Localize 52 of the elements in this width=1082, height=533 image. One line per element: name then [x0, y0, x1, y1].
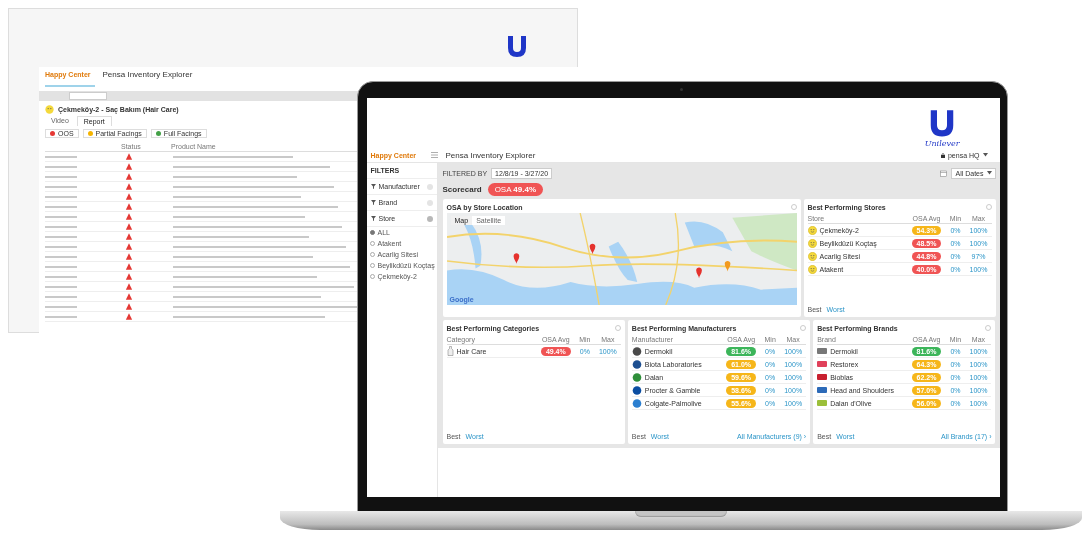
app-title: Pensa Inventory Explorer — [445, 150, 536, 160]
scorecard-label: Scorecard — [442, 184, 482, 194]
brand-logo — [817, 374, 828, 380]
smiley-icon — [807, 251, 817, 261]
smiley-icon — [807, 238, 817, 248]
blurred-text-drawing — [45, 275, 77, 278]
blurred-text-drawing — [45, 175, 77, 178]
lock-icon — [940, 152, 945, 158]
brand-logo — [817, 400, 828, 406]
expand-icon — [426, 215, 433, 222]
smiley-icon — [807, 225, 817, 235]
expand-icon — [426, 183, 433, 190]
logo-wordmark: Unilever — [924, 139, 960, 148]
blurred-text-drawing — [45, 315, 77, 318]
blurred-text-drawing — [45, 265, 77, 268]
blurred-text-drawing — [45, 225, 77, 228]
blurred-text-drawing — [45, 255, 77, 258]
blurred-text-drawing — [45, 155, 77, 158]
blurred-text-drawing — [45, 215, 77, 218]
filter-icon — [370, 184, 376, 189]
expand-icon — [426, 199, 433, 206]
manufacturer-logo — [631, 372, 642, 382]
app-title: Pensa Inventory Explorer — [102, 69, 193, 79]
date-chip-drawing — [69, 92, 107, 100]
osa-score-pill: OSA 49.4% — [487, 182, 543, 196]
caret-icon — [982, 153, 988, 157]
blurred-text-drawing — [45, 295, 77, 298]
blurred-text-drawing — [45, 195, 77, 198]
map-drawing[interactable] — [446, 213, 797, 305]
caret-icon — [986, 171, 992, 175]
brand-logo — [817, 348, 828, 354]
blurred-text-drawing — [45, 205, 77, 208]
menu-icon[interactable] — [430, 152, 438, 158]
smiley-icon — [45, 105, 54, 114]
blurred-text-drawing — [45, 305, 77, 308]
blurred-text-drawing — [45, 165, 77, 168]
blurred-text-drawing — [45, 245, 77, 248]
manufacturer-logo — [631, 398, 642, 408]
manufacturer-logo — [631, 385, 642, 395]
blurred-text-drawing — [45, 235, 77, 238]
manufacturer-logo — [631, 359, 642, 369]
u-logo-icon — [506, 35, 528, 59]
filter-icon — [370, 200, 376, 205]
radio-button[interactable] — [369, 230, 375, 235]
manufacturer-logo — [631, 346, 642, 356]
filter-icon — [370, 216, 376, 221]
smiley-icon — [807, 264, 817, 274]
blurred-text-drawing — [45, 185, 77, 188]
calendar-icon[interactable] — [940, 169, 948, 177]
brand-logo — [817, 387, 828, 393]
blurred-text-drawing — [45, 285, 77, 288]
brand-logo — [817, 361, 828, 367]
